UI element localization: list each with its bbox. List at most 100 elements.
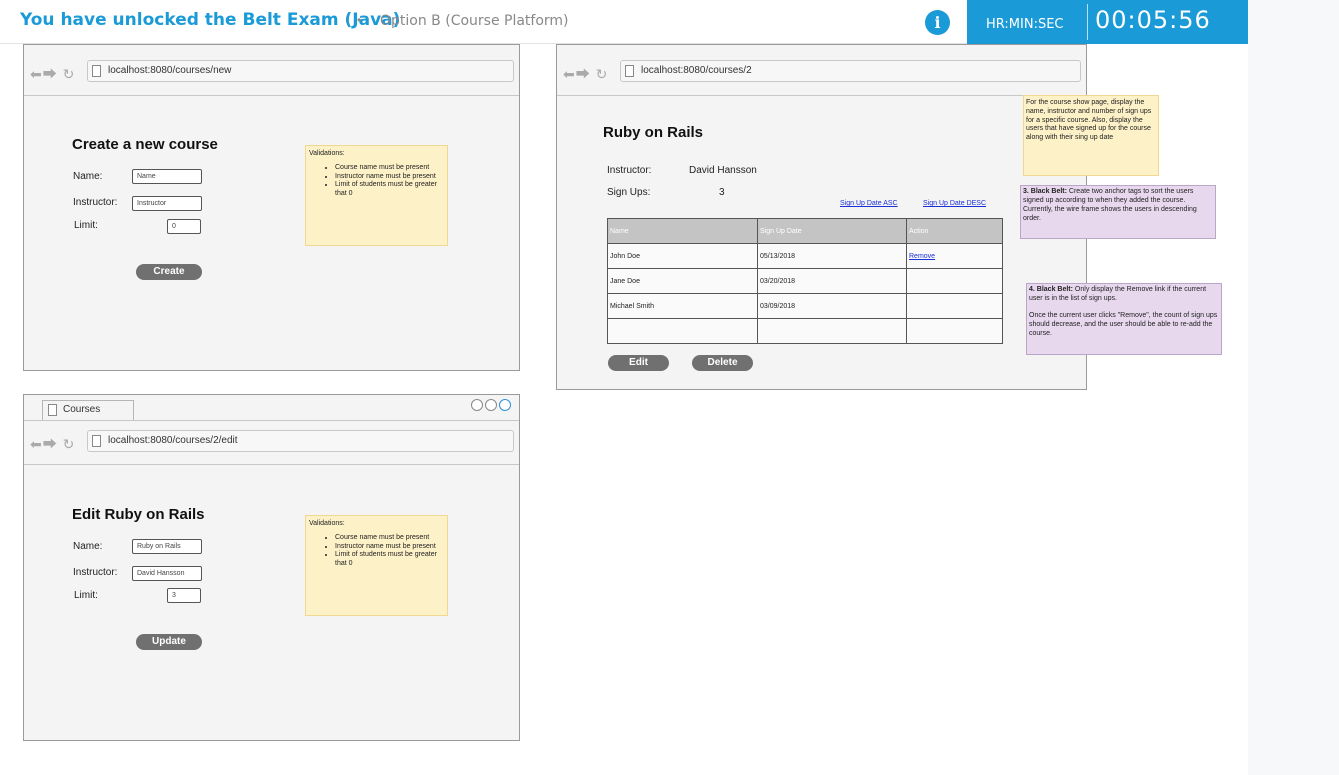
- create-button[interactable]: Create: [136, 264, 202, 280]
- table-row: Michael Smith 03/09/2018: [607, 293, 1003, 319]
- table-row: Jane Doe 03/20/2018: [607, 268, 1003, 294]
- window-maximize-icon[interactable]: [499, 399, 511, 411]
- title-separator: •: [357, 13, 362, 27]
- cell-name: Michael Smith: [607, 293, 758, 319]
- limit-input[interactable]: 0: [167, 219, 201, 234]
- exam-option: Option B (Course Platform): [380, 13, 569, 29]
- name-input[interactable]: Ruby on Rails: [132, 539, 202, 554]
- validation-item: Instructor name must be present: [335, 543, 444, 552]
- show-course-browser: ⬅⮕ ↻ localhost:8080/courses/2 Ruby on Ra…: [556, 44, 1087, 390]
- column-header-name: Name: [607, 218, 758, 244]
- url-field[interactable]: localhost:8080/courses/2/edit: [87, 430, 514, 452]
- cell-name: Jane Doe: [607, 268, 758, 294]
- top-bar: You have unlocked the Belt Exam (Java) •…: [0, 0, 1248, 44]
- note-body-2: Once the current user clicks "Remove", t…: [1029, 311, 1218, 337]
- course-title: Ruby on Rails: [603, 124, 704, 141]
- nav-arrows-icon: ⬅⮕ ↻: [30, 436, 76, 452]
- cell-date: 03/20/2018: [757, 268, 907, 294]
- show-page-note: For the course show page, display the na…: [1023, 95, 1159, 176]
- tab-courses[interactable]: Courses: [42, 400, 134, 420]
- validations-list: Course name must be present Instructor n…: [335, 164, 444, 199]
- window-close-icon[interactable]: [471, 399, 483, 411]
- cell-name: John Doe: [607, 243, 758, 269]
- table-row: [607, 318, 1003, 344]
- page: You have unlocked the Belt Exam (Java) •…: [0, 0, 1339, 775]
- edit-button[interactable]: Edit: [608, 355, 669, 371]
- delete-button[interactable]: Delete: [692, 355, 753, 371]
- column-header-action: Action: [906, 218, 1003, 244]
- edit-course-browser: Courses ⬅⮕ ↻ localhost:8080/courses/2/ed…: [23, 394, 520, 741]
- right-gutter: [1248, 0, 1339, 775]
- page-title: Edit Ruby on Rails: [72, 506, 205, 523]
- validations-title: Validations:: [309, 520, 345, 527]
- exam-title: You have unlocked the Belt Exam (Java): [20, 10, 401, 30]
- note-title: 4. Black Belt:: [1029, 286, 1073, 293]
- limit-input[interactable]: 3: [167, 588, 201, 603]
- page-icon: [48, 404, 57, 416]
- column-header-date: Sign Up Date: [757, 218, 907, 244]
- create-course-browser: ⬅⮕ ↻ localhost:8080/courses/new Create a…: [23, 44, 520, 371]
- validations-note: Validations: Course name must be present…: [305, 515, 448, 616]
- remove-link[interactable]: Remove: [909, 253, 935, 260]
- address-bar: ⬅⮕ ↻ localhost:8080/courses/2/edit: [24, 420, 519, 465]
- timer-divider: [1087, 4, 1088, 40]
- validations-list: Course name must be present Instructor n…: [335, 534, 444, 569]
- page-icon: [625, 65, 634, 77]
- nav-arrows-icon: ⬅⮕ ↻: [30, 66, 76, 82]
- validation-item: Instructor name must be present: [335, 173, 444, 182]
- name-label: Name:: [73, 171, 103, 182]
- table-row: John Doe 05/13/2018 Remove: [607, 243, 1003, 269]
- page-title: Create a new course: [72, 136, 218, 153]
- limit-label: Limit:: [74, 590, 98, 601]
- cell-date: 03/09/2018: [757, 293, 907, 319]
- validation-item: Course name must be present: [335, 534, 444, 543]
- url-text: localhost:8080/courses/2/edit: [108, 435, 238, 446]
- sort-asc-link[interactable]: Sign Up Date ASC: [840, 200, 898, 207]
- cell-date: [757, 318, 907, 344]
- instructor-label: Instructor:: [73, 197, 118, 208]
- table-header-row: Name Sign Up Date Action: [607, 218, 1003, 244]
- instructor-input[interactable]: David Hansson: [132, 566, 202, 581]
- validation-item: Course name must be present: [335, 164, 444, 173]
- black-belt-4-note: 4. Black Belt: Only display the Remove l…: [1026, 283, 1222, 355]
- window-controls: [469, 398, 511, 416]
- note-spacer: [1029, 304, 1219, 312]
- validation-item: Limit of students must be greater that 0: [335, 551, 444, 569]
- update-button[interactable]: Update: [136, 634, 202, 650]
- nav-arrows-icon: ⬅⮕ ↻: [563, 66, 609, 82]
- cell-date: 05/13/2018: [757, 243, 907, 269]
- validation-item: Limit of students must be greater that 0: [335, 181, 444, 199]
- url-text: localhost:8080/courses/new: [108, 65, 232, 76]
- info-icon[interactable]: i: [925, 10, 950, 35]
- signups-count: 3: [719, 187, 725, 198]
- timer-label: HR:MIN:SEC: [986, 17, 1064, 32]
- sort-desc-link[interactable]: Sign Up Date DESC: [923, 200, 986, 207]
- note-title: 3. Black Belt:: [1023, 188, 1067, 195]
- instructor-label: Instructor:: [73, 567, 118, 578]
- url-text: localhost:8080/courses/2: [641, 65, 752, 76]
- instructor-label: Instructor:: [607, 165, 652, 176]
- url-field[interactable]: localhost:8080/courses/2: [620, 60, 1081, 82]
- timer-value: 00:05:56: [1095, 6, 1211, 34]
- url-field[interactable]: localhost:8080/courses/new: [87, 60, 514, 82]
- page-icon: [92, 435, 101, 447]
- address-bar: ⬅⮕ ↻ localhost:8080/courses/new: [24, 45, 519, 96]
- name-label: Name:: [73, 541, 103, 552]
- name-input[interactable]: Name: [132, 169, 202, 184]
- timer: HR:MIN:SEC 00:05:56: [967, 0, 1248, 44]
- validations-note: Validations: Course name must be present…: [305, 145, 448, 246]
- window-minimize-icon[interactable]: [485, 399, 497, 411]
- black-belt-3-note: 3. Black Belt: Create two anchor tags to…: [1020, 185, 1216, 239]
- address-bar: ⬅⮕ ↻ localhost:8080/courses/2: [557, 45, 1086, 96]
- cell-name: [607, 318, 758, 344]
- cell-action: [906, 318, 1003, 344]
- cell-action: Remove: [906, 243, 1003, 269]
- signups-label: Sign Ups:: [607, 187, 651, 198]
- validations-title: Validations:: [309, 150, 345, 157]
- instructor-input[interactable]: Instructor: [132, 196, 202, 211]
- tab-label: Courses: [63, 404, 101, 415]
- instructor-value: David Hansson: [689, 165, 757, 176]
- cell-action: [906, 293, 1003, 319]
- cell-action: [906, 268, 1003, 294]
- page-icon: [92, 65, 101, 77]
